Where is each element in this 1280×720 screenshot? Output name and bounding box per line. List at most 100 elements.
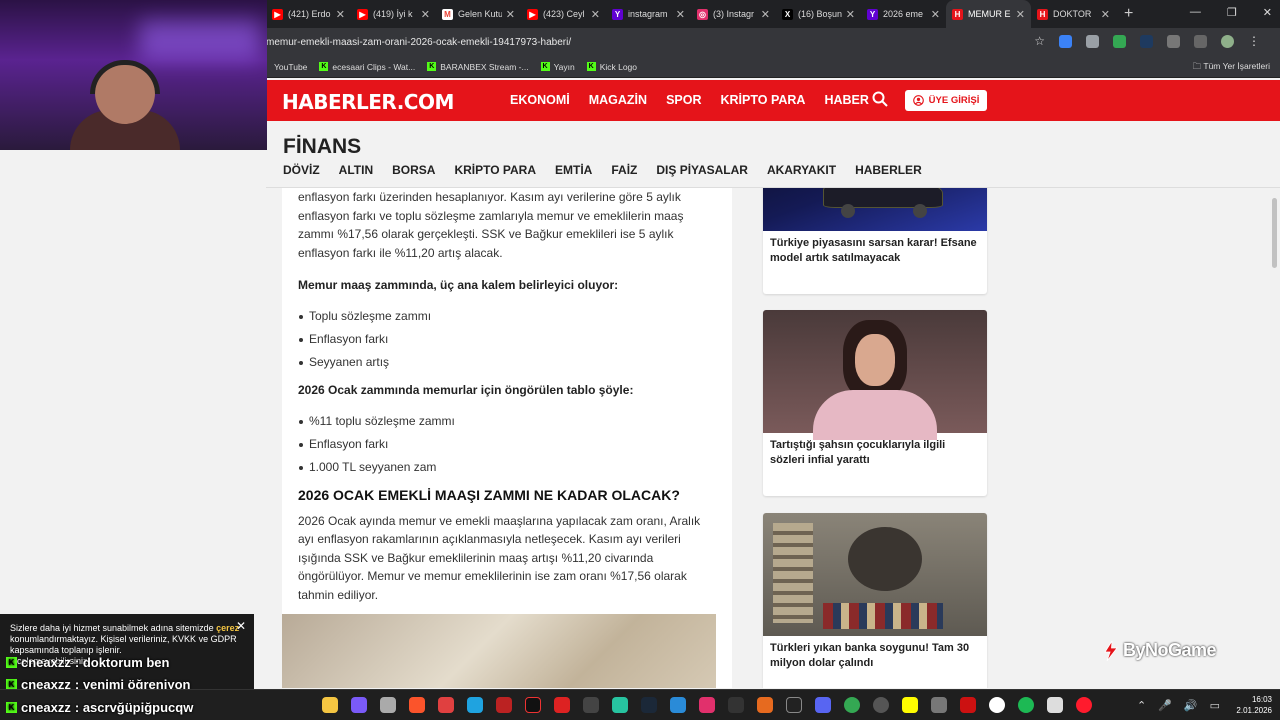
browser-tab[interactable]: ▶ (419) İyi k ✕: [351, 0, 436, 28]
minimize-icon[interactable]: —: [1190, 6, 1201, 19]
tiktok-icon[interactable]: [525, 697, 541, 713]
tab-title: (421) Erdo: [288, 9, 331, 19]
browser-tab-active[interactable]: H MEMUR E ✕: [946, 0, 1031, 28]
chrome-icon[interactable]: [844, 697, 860, 713]
nav-haber[interactable]: HABER: [824, 93, 868, 107]
instagram-icon[interactable]: [699, 697, 715, 713]
browser-tab[interactable]: ▶ (423) Ceyl ✕: [521, 0, 606, 28]
list-item: 1.000 TL seyyanen zam: [298, 458, 716, 477]
browser-tab[interactable]: H DOKTOR ✕: [1031, 0, 1116, 28]
bookmark-youtube[interactable]: YouTube: [274, 62, 307, 72]
subnav-haberler[interactable]: HABERLER: [855, 163, 922, 177]
app-icon[interactable]: [757, 697, 773, 713]
nav-magazin[interactable]: MAGAZİN: [589, 93, 647, 107]
subnav-emtia[interactable]: EMTİA: [555, 163, 592, 177]
edge-icon[interactable]: [467, 697, 483, 713]
close-tab-icon[interactable]: ✕: [676, 8, 685, 21]
taskbar-clock[interactable]: 16:03 2.01.2026: [1236, 694, 1272, 716]
browser-tab[interactable]: M Gelen Kutu ✕: [436, 0, 521, 28]
puzzle-icon[interactable]: [1167, 35, 1180, 48]
news-card[interactable]: Türkleri yıkan banka soygunu! Tam 30 mil…: [763, 513, 987, 688]
microphone-icon[interactable]: 🎤: [1158, 699, 1172, 712]
steam-icon[interactable]: [641, 697, 657, 713]
close-tab-icon[interactable]: ✕: [1016, 8, 1025, 21]
app-icon[interactable]: [554, 697, 570, 713]
media-icon[interactable]: [1194, 35, 1207, 48]
page-scrollbar[interactable]: [1270, 188, 1280, 688]
app-icon[interactable]: [612, 697, 628, 713]
subnav-dis-piyasalar[interactable]: DIŞ PİYASALAR: [656, 163, 748, 177]
news-card[interactable]: Türkiye piyasasını sarsan karar! Efsane …: [763, 188, 987, 294]
chevron-up-icon[interactable]: ⌃: [1137, 699, 1146, 712]
yahoo-icon: Y: [612, 8, 623, 20]
extension-icon[interactable]: [1059, 35, 1072, 48]
network-icon[interactable]: ▭: [1210, 699, 1220, 712]
login-button[interactable]: ÜYE GİRİŞİ: [905, 90, 987, 111]
app-icon[interactable]: [960, 697, 976, 713]
close-tab-icon[interactable]: ✕: [591, 8, 600, 21]
browser-tab[interactable]: ▶ (421) Erdo ✕: [266, 0, 351, 28]
speaker-icon[interactable]: 🔊: [1184, 699, 1198, 712]
maximize-icon[interactable]: ❐: [1227, 6, 1237, 19]
url-field[interactable]: memur-emekli-maasi-zam-orani-2026-ocak-e…: [266, 37, 1026, 48]
subnav-faiz[interactable]: FAİZ: [611, 163, 637, 177]
browser-tab[interactable]: Y 2026 eme ✕: [861, 0, 946, 28]
menu-icon[interactable]: ⋮: [1248, 35, 1260, 48]
browser-tab[interactable]: ◎ (3) Instagr ✕: [691, 0, 776, 28]
file-explorer-icon[interactable]: [322, 697, 338, 713]
nav-spor[interactable]: SPOR: [666, 93, 701, 107]
list-item: Toplu sözleşme zammı: [298, 307, 716, 326]
extension-icon[interactable]: [1140, 35, 1153, 48]
site-logo[interactable]: HABERLER.COM: [282, 90, 454, 114]
close-tab-icon[interactable]: ✕: [846, 8, 855, 21]
app-icon[interactable]: [1047, 697, 1063, 713]
nav-kripto-para[interactable]: KRİPTO PARA: [721, 93, 806, 107]
settings-icon[interactable]: [380, 697, 396, 713]
app-icon[interactable]: [438, 697, 454, 713]
subnav-kripto-para[interactable]: KRİPTO PARA: [454, 163, 536, 177]
discord-icon[interactable]: [815, 697, 831, 713]
close-tab-icon[interactable]: ✕: [1101, 8, 1110, 21]
close-window-icon[interactable]: ✕: [1263, 6, 1272, 19]
bookmark-kick-logo[interactable]: K Kick Logo: [586, 62, 637, 72]
bookmark-ecesaari[interactable]: Kecesaari Clips - Wat...: [319, 62, 415, 72]
subnav-borsa[interactable]: BORSA: [392, 163, 435, 177]
opera-icon[interactable]: [1076, 697, 1092, 713]
bookmark-baranbex[interactable]: K BARANBEX Stream -...: [427, 62, 529, 72]
subnav-doviz[interactable]: DÖVİZ: [283, 163, 320, 177]
yandex-icon[interactable]: [989, 697, 1005, 713]
app-icon[interactable]: [873, 697, 889, 713]
news-card[interactable]: Tartıştığı şahsın çocuklarıyla ilgili sö…: [763, 310, 987, 496]
app-icon[interactable]: [728, 697, 744, 713]
app-icon[interactable]: [496, 697, 512, 713]
extension-icon[interactable]: [1086, 35, 1099, 48]
new-tab-icon[interactable]: +: [1124, 5, 1133, 23]
close-icon[interactable]: ✕: [236, 620, 246, 632]
bookmark-yayin[interactable]: K Yayın: [540, 62, 575, 72]
browser-tab[interactable]: X (16) Boşun ✕: [776, 0, 861, 28]
close-tab-icon[interactable]: ✕: [336, 8, 345, 21]
search-icon[interactable]: [872, 91, 888, 107]
close-tab-icon[interactable]: ✕: [506, 8, 515, 21]
bynogame-icon: [1104, 640, 1118, 661]
nav-ekonomi[interactable]: EKONOMİ: [510, 93, 570, 107]
app-icon[interactable]: [583, 697, 599, 713]
extension-icon[interactable]: [1113, 35, 1126, 48]
epic-games-icon[interactable]: [786, 697, 802, 713]
close-tab-icon[interactable]: ✕: [421, 8, 430, 21]
scrollbar-thumb[interactable]: [1272, 198, 1277, 268]
close-tab-icon[interactable]: ✕: [931, 8, 940, 21]
snapchat-icon[interactable]: [902, 697, 918, 713]
app-icon[interactable]: [351, 697, 367, 713]
brave-icon[interactable]: [409, 697, 425, 713]
close-tab-icon[interactable]: ✕: [761, 8, 770, 21]
bookmark-star-icon[interactable]: ☆: [1034, 35, 1045, 48]
app-icon[interactable]: [670, 697, 686, 713]
spotify-icon[interactable]: [1018, 697, 1034, 713]
profile-avatar[interactable]: [1221, 35, 1234, 48]
browser-tab[interactable]: Yinstagram ✕: [606, 0, 691, 28]
subnav-akaryakit[interactable]: AKARYAKIT: [767, 163, 836, 177]
app-icon[interactable]: [931, 697, 947, 713]
subnav-altin[interactable]: ALTIN: [339, 163, 373, 177]
all-bookmarks-button[interactable]: 🗀 Tüm Yer İşaretleri: [1193, 61, 1270, 75]
